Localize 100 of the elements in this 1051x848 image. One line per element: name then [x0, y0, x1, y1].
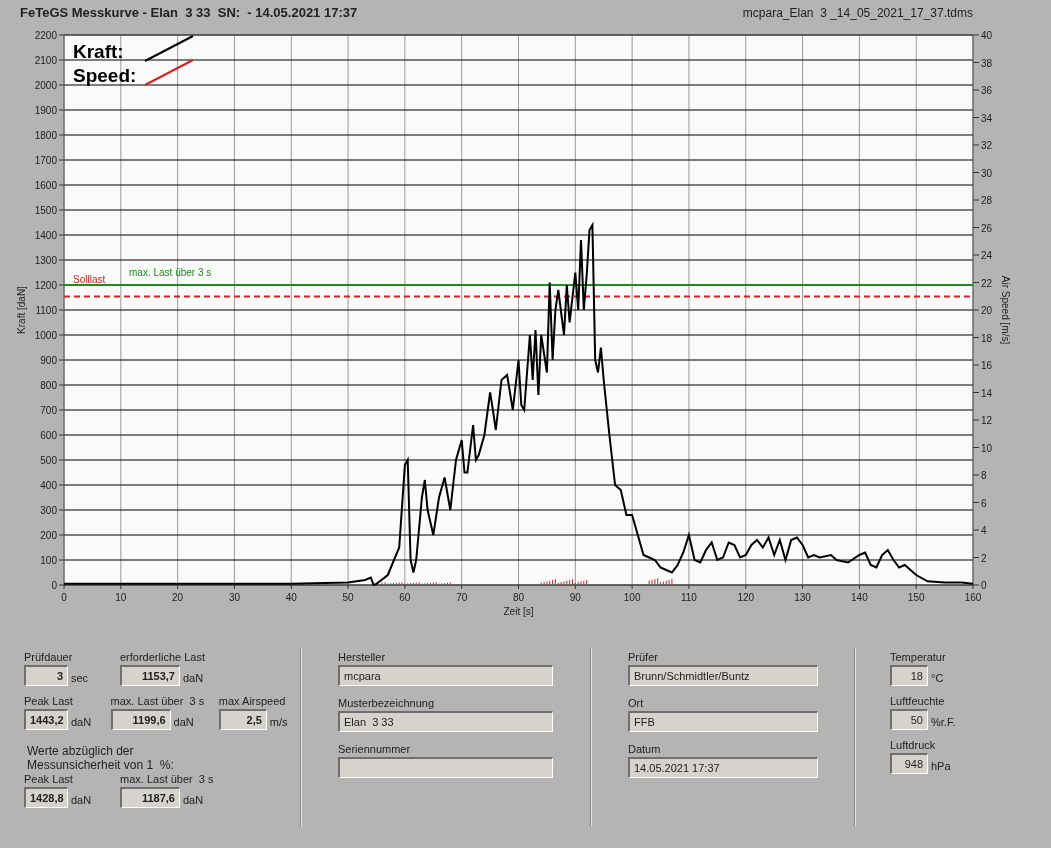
y-tick-label: 600 — [40, 430, 57, 441]
note-text: Werte abzüglich der Messunsicherheit von 1 %: — [27, 744, 175, 772]
x-tick-label: 100 — [623, 592, 641, 603]
y2-tick-label: 4 — [981, 525, 987, 536]
field-label: Ort — [628, 696, 645, 711]
x-tick-label: 120 — [737, 592, 755, 603]
field-label: Prüfer — [628, 650, 659, 665]
y2-tick-label: 30 — [981, 167, 993, 179]
y-tick-label: 900 — [40, 355, 57, 366]
y2-tick-label: 0 — [981, 580, 987, 591]
y2-tick-label: 38 — [981, 57, 993, 69]
field-label: Datum — [628, 742, 662, 757]
y2-tick-label: 26 — [981, 222, 993, 234]
unit-label: m/s — [269, 714, 288, 730]
value-field: 1443,2 — [24, 709, 68, 730]
y-tick-label: 200 — [40, 530, 57, 541]
y2-tick-label: 12 — [981, 415, 993, 426]
y-tick-label: 1000 — [34, 330, 57, 341]
x-tick-label: 130 — [794, 592, 811, 603]
y-tick-label: 2000 — [34, 80, 57, 91]
value-field: 1199,6 — [110, 709, 171, 730]
unit-label: °C — [931, 670, 944, 686]
x-tick-label: 80 — [512, 592, 525, 603]
y-tick-label: 1800 — [34, 130, 57, 141]
y-tick-label: 0 — [51, 580, 57, 591]
y-tick-label: 2200 — [34, 30, 57, 41]
field-label: Seriennummer — [338, 742, 412, 757]
x-tick-label: 150 — [907, 592, 925, 603]
value-field: 1428,8 — [24, 787, 68, 808]
field-label: max. Last über 3 s — [110, 694, 206, 709]
value-field: 50 — [890, 709, 928, 730]
x-tick-label: 90 — [569, 592, 581, 603]
unit-label: daN — [183, 670, 204, 686]
y-tick-label: 1900 — [34, 105, 57, 116]
y-tick-label: 300 — [40, 505, 57, 516]
y2-tick-label: 18 — [981, 332, 993, 344]
y-tick-label: 100 — [40, 555, 57, 566]
field-label: Hersteller — [338, 650, 387, 665]
threshold-label: max. Last über 3 s — [129, 267, 212, 278]
field-label: Musterbezeichnung — [338, 696, 435, 711]
x-tick-label: 0 — [61, 592, 67, 603]
unit-label: daN — [183, 792, 204, 808]
field-label: max. Last über 3 s — [120, 772, 215, 787]
y2-tick-label: 14 — [981, 387, 993, 399]
x-tick-label: 20 — [172, 592, 184, 603]
legend-label: Speed: — [73, 65, 137, 86]
y-tick-label: 1100 — [35, 305, 57, 316]
y-axis-title: Kraft [daN] — [16, 286, 27, 334]
y-tick-label: 1400 — [34, 230, 57, 241]
value-field: Elan 3 33 — [338, 711, 553, 732]
y2-tick-label: 22 — [981, 277, 993, 289]
value-field: Brunn/Schmidtler/Buntz — [628, 665, 818, 686]
y-tick-label: 700 — [40, 405, 57, 416]
value-field: FFB — [628, 711, 818, 732]
y-tick-label: 1200 — [34, 280, 57, 291]
value-field: 1187,6 — [120, 787, 180, 808]
x-tick-label: 70 — [456, 592, 468, 603]
y-tick-label: 800 — [40, 380, 57, 391]
y2-tick-label: 16 — [981, 360, 993, 371]
field-label: Temperatur — [890, 650, 947, 665]
y2-tick-label: 2 — [981, 552, 987, 564]
value-field: 1153,7 — [120, 665, 180, 686]
x-tick-label: 160 — [964, 592, 982, 603]
value-field: 14.05.2021 17:37 — [628, 757, 818, 778]
threshold-label: Solllast — [73, 274, 106, 285]
value-field: mcpara — [338, 665, 553, 686]
y2-axis-title: Air Speed [m/s] — [1000, 275, 1011, 345]
window-title: FeTeGS Messkurve - Elan 3 33 SN: - 14.05.2021 17:37 — [20, 3, 358, 22]
x-tick-label: 60 — [399, 592, 411, 603]
y2-tick-label: 32 — [981, 140, 993, 151]
legend-label: Kraft: — [73, 41, 124, 62]
value-field: 2,5 — [218, 709, 267, 730]
x-tick-label: 50 — [342, 592, 354, 603]
y-tick-label: 1600 — [34, 180, 57, 191]
x-tick-label: 110 — [680, 592, 697, 603]
y2-tick-label: 28 — [981, 195, 993, 206]
y-tick-label: 1500 — [34, 205, 57, 216]
y-tick-label: 400 — [40, 480, 57, 491]
value-field: 3 — [24, 665, 68, 686]
unit-label: daN — [71, 792, 92, 808]
y-tick-label: 1700 — [34, 155, 57, 166]
y2-tick-label: 24 — [981, 250, 993, 261]
field-label: Luftfeuchte — [890, 694, 946, 709]
y2-tick-label: 6 — [981, 497, 987, 509]
field-label: max Airspeed — [218, 694, 287, 709]
field-label: Prüfdauer — [24, 650, 74, 665]
field-label: Peak Last — [24, 772, 74, 787]
y-tick-label: 500 — [40, 455, 57, 466]
x-tick-label: 30 — [228, 592, 240, 603]
y-tick-label: 2100 — [34, 55, 57, 66]
x-tick-label: 40 — [285, 592, 297, 603]
file-name: mcpara_Elan 3 _14_05_2021_17_37.tdms — [742, 5, 973, 22]
unit-label: sec — [71, 670, 89, 686]
unit-label: %r.F. — [931, 714, 956, 730]
unit-label: hPa — [931, 758, 951, 774]
x-axis-title: Zeit [s] — [503, 606, 534, 617]
field-label: Peak Last — [24, 694, 74, 709]
y2-tick-label: 40 — [981, 30, 993, 41]
unit-label: daN — [71, 714, 92, 730]
y-tick-label: 1300 — [34, 255, 57, 266]
